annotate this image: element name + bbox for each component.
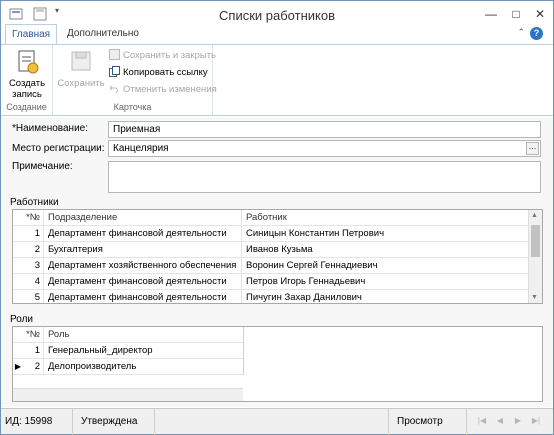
place-picker-button[interactable]: … (526, 142, 539, 155)
group-card-label: Карточка (113, 102, 152, 112)
roles-section-label: Роли (10, 314, 33, 325)
row-number: 1 (13, 343, 44, 359)
scroll-up-icon[interactable]: ▲ (531, 212, 538, 219)
roles-grid: *№ Роль 1 Генеральный_директор ▶ 2 Делоп… (12, 326, 543, 402)
tab-advanced[interactable]: Дополнительно (61, 24, 145, 44)
list-item[interactable]: 1 Генеральный_директор (13, 343, 243, 359)
col-header-worker[interactable]: Работник (242, 210, 530, 226)
row-number: 2 (13, 242, 44, 258)
row-role: Делопроизводитель (48, 361, 137, 372)
undo-icon (109, 83, 120, 94)
scroll-thumb[interactable] (531, 225, 540, 257)
create-label-2: запись (12, 89, 42, 100)
table-row[interactable]: 4 Департамент финансовой деятельности Пе… (13, 274, 530, 290)
save-button[interactable]: Сохранить (57, 49, 105, 89)
list-item[interactable]: ▶ 2 Делопроизводитель (13, 359, 243, 375)
name-label: *Наименование: (12, 123, 88, 134)
row-number: 1 (13, 226, 44, 242)
ribbon-tabs: Главная Дополнительно ⌃ ? (1, 24, 553, 44)
roles-horizontal-scrollbar[interactable] (13, 388, 243, 401)
place-value: Канцелярия (113, 143, 169, 154)
roles-grid-divider (243, 327, 244, 375)
tab-home[interactable]: Главная (5, 24, 58, 44)
roles-header-row: *№ Роль (13, 327, 243, 343)
row-number: 5 (13, 290, 44, 303)
table-row[interactable]: 1 Департамент финансовой деятельности Си… (13, 226, 530, 242)
save-label: Сохранить (57, 78, 105, 89)
name-field[interactable]: Приемная (108, 121, 541, 138)
copy-link-icon (109, 66, 120, 77)
collapse-ribbon-icon[interactable]: ⌃ (517, 27, 525, 38)
ribbon: Создать запись Создание Сохранить Сохран… (1, 44, 553, 116)
row-worker: Воронин Сергей Геннадиевич (246, 260, 378, 271)
form-area: *Наименование: Приемная Место регистраци… (1, 117, 553, 407)
row-department: Бухгалтерия (44, 242, 242, 258)
new-record-icon (18, 50, 39, 74)
row-number: 2 (23, 359, 44, 375)
row-department: Департамент финансовой деятельности (44, 290, 242, 303)
help-icon[interactable]: ? (530, 27, 543, 40)
status-id: ИД: 15998 (1, 409, 73, 435)
workers-section-label: Работники (10, 197, 59, 208)
nav-prev-icon[interactable]: ◀ (493, 414, 507, 428)
col-header-role[interactable]: Роль (44, 327, 243, 343)
group-card: Сохранить Сохранить и закрыть Копировать… (53, 45, 217, 115)
col-header-number[interactable]: *№ (13, 327, 44, 343)
status-bar: ИД: 15998 Утверждена Просмотр |◀ ◀ ▶ ▶| (1, 408, 553, 435)
note-field[interactable] (108, 161, 541, 193)
col-header-department[interactable]: Подразделение (44, 210, 242, 226)
table-row[interactable]: 3 Департамент хозяйственного обеспечения… (13, 258, 530, 274)
undo-label: Отменить изменения (123, 84, 217, 95)
group-create: Создать запись Создание (1, 45, 53, 115)
maximize-button[interactable]: □ (504, 5, 528, 23)
minimize-button[interactable]: — (479, 5, 503, 23)
scroll-down-icon[interactable]: ▼ (531, 294, 538, 301)
col-header-number[interactable]: *№ (13, 210, 44, 226)
row-worker: Синицын Константин Петрович (246, 228, 385, 239)
save-close-label: Сохранить и закрыть (123, 50, 217, 61)
nav-first-icon[interactable]: |◀ (475, 414, 489, 428)
window-title: Списки работников (219, 8, 335, 23)
save-close-button[interactable]: Сохранить и закрыть (109, 48, 216, 64)
workers-grid: *№ Подразделение Работник 1 Департамент … (12, 209, 543, 304)
place-field[interactable]: Канцелярия … (108, 140, 541, 157)
undo-changes-button[interactable]: Отменить изменения (109, 82, 217, 98)
workers-vertical-scrollbar[interactable]: ▲ ▼ (528, 210, 542, 303)
row-worker: Пичугин Захар Данилович (246, 292, 362, 303)
save-close-icon (109, 49, 120, 60)
row-number: 4 (13, 274, 44, 290)
close-button[interactable]: ✕ (528, 5, 552, 23)
current-row-indicator-icon: ▶ (14, 362, 22, 371)
table-row[interactable]: 5 Департамент финансовой деятельности Пи… (13, 290, 530, 303)
table-row[interactable]: 2 Бухгалтерия Иванов Кузьма (13, 242, 530, 258)
row-department: Департамент финансовой деятельности (44, 274, 242, 290)
copy-link-label: Копировать ссылку (123, 67, 208, 78)
status-empty (159, 409, 389, 435)
status-state: Утверждена (77, 409, 155, 435)
nav-next-icon[interactable]: ▶ (511, 414, 525, 428)
note-label: Примечание: (12, 161, 73, 172)
workers-header-row: *№ Подразделение Работник (13, 210, 530, 226)
group-create-label: Создание (6, 102, 47, 112)
place-label: Место регистрации: (12, 143, 105, 154)
row-role: Генеральный_директор (48, 345, 153, 356)
create-record-button[interactable]: Создать запись (5, 49, 49, 100)
copy-link-button[interactable]: Копировать ссылку (109, 65, 208, 81)
nav-last-icon[interactable]: ▶| (529, 414, 543, 428)
main-window: ▾ Списки работников — □ ✕ Главная Дополн… (0, 0, 554, 435)
row-department: Департамент хозяйственного обеспечения (44, 258, 242, 274)
row-worker: Петров Игорь Геннадьевич (246, 276, 366, 287)
status-mode: Просмотр (393, 409, 467, 435)
row-number: 3 (13, 258, 44, 274)
save-icon (71, 51, 91, 71)
create-label-1: Создать (8, 78, 46, 89)
row-department: Департамент финансовой деятельности (44, 226, 242, 242)
row-worker: Иванов Кузьма (246, 244, 313, 255)
